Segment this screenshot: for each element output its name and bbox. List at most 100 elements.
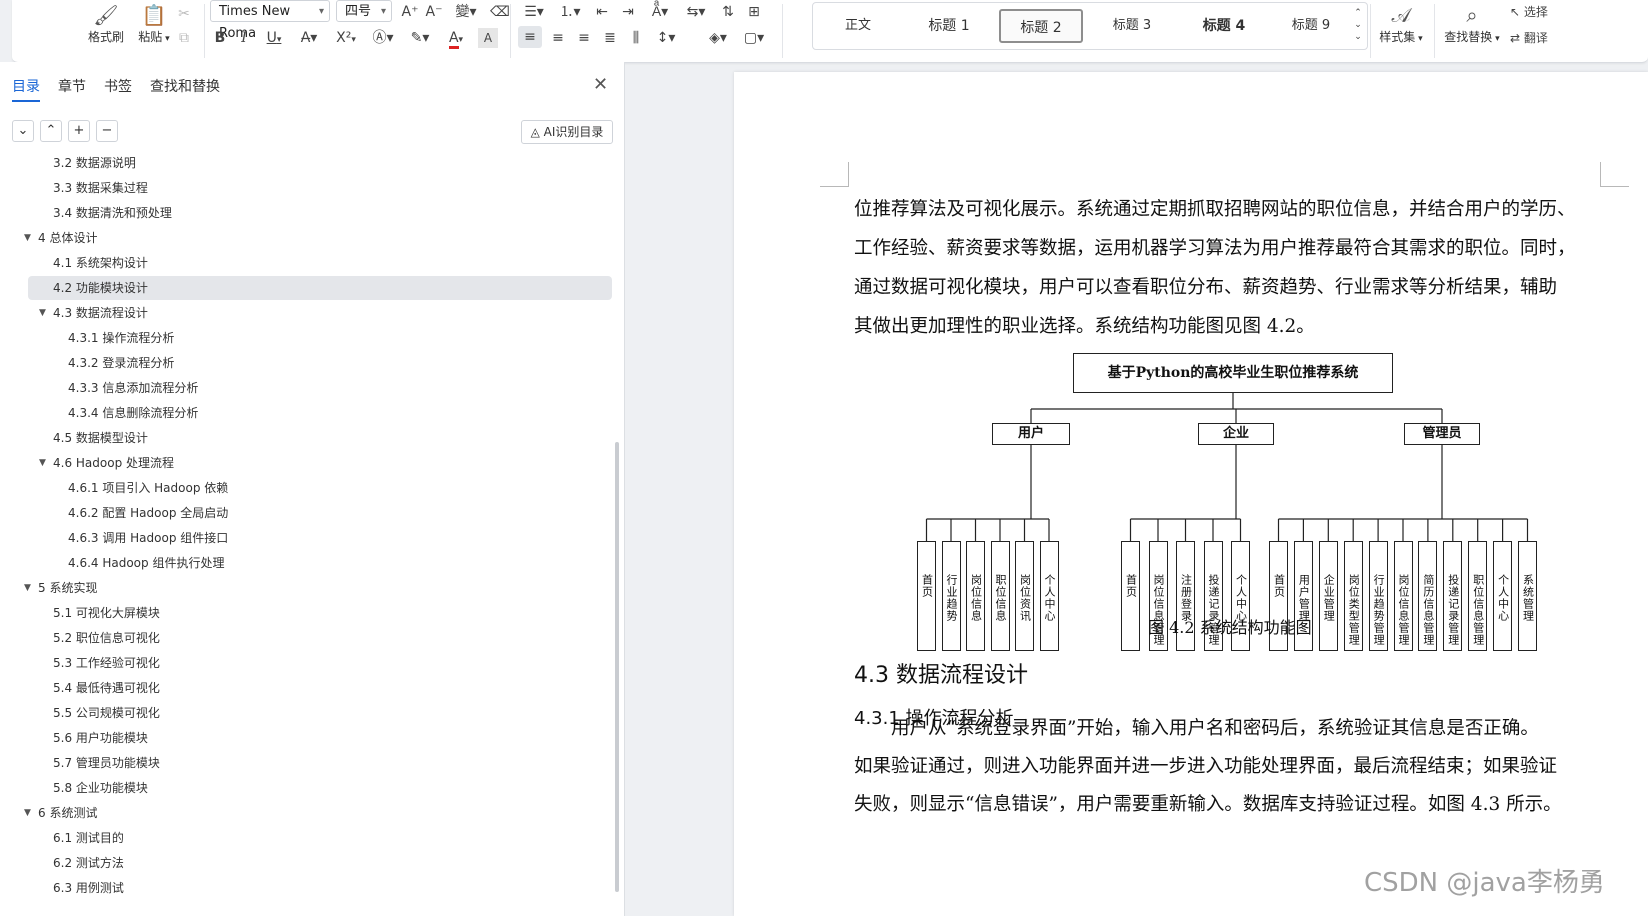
sort-icon[interactable]: ⇅ xyxy=(716,0,740,24)
character-shading-icon[interactable]: A xyxy=(478,28,498,48)
shading-icon[interactable]: ◈▾ xyxy=(702,26,734,50)
toc-item[interactable]: ▼ 4 总体设计 xyxy=(24,226,97,250)
align-left-icon[interactable]: ≡ xyxy=(518,26,542,48)
toc-item-label: 3.2 数据源说明 xyxy=(53,156,136,170)
italic-button[interactable]: I xyxy=(234,26,254,50)
format-painter-button[interactable]: 🖌 格式刷 xyxy=(84,2,128,45)
phonetic-guide-icon[interactable]: 變▾ xyxy=(448,0,484,24)
toc-item[interactable]: 5.6 用户功能模块 xyxy=(53,726,148,750)
bold-button[interactable]: B xyxy=(210,26,230,50)
bullet-list-icon[interactable]: ☰▾ xyxy=(518,0,550,24)
text-direction-icon[interactable]: Aͣ▾ xyxy=(644,0,676,24)
toc-item[interactable]: 4.3.3 信息添加流程分析 xyxy=(68,376,198,400)
toc-item[interactable]: ▼ 5 系统实现 xyxy=(24,576,98,600)
style-heading-3[interactable]: 标题 3 xyxy=(1089,9,1175,43)
toc-item[interactable]: 5.3 工作经验可视化 xyxy=(53,651,160,675)
line-spacing-icon[interactable]: ↕▾ xyxy=(650,26,682,50)
border-icon[interactable]: ▢▾ xyxy=(738,26,770,50)
toc-item[interactable]: 6.3 用例测试 xyxy=(53,876,124,900)
toc-item[interactable]: 4.6.1 项目引入 Hadoop 依赖 xyxy=(68,476,228,500)
style-set-icon: 𝒜 xyxy=(1391,3,1411,27)
toc-item[interactable]: 4.3.1 操作流程分析 xyxy=(68,326,174,350)
chevron-down-icon[interactable]: ▼ xyxy=(24,801,31,825)
toc-item[interactable]: 3.3 数据采集过程 xyxy=(53,176,148,200)
toc-scrollbar[interactable] xyxy=(615,442,619,892)
font-color-button[interactable]: A▾ xyxy=(440,26,472,50)
tab-find-replace[interactable]: 查找和替换 xyxy=(150,76,220,96)
close-icon[interactable]: ✕ xyxy=(593,74,608,95)
cut-icon[interactable]: ✂ xyxy=(172,2,196,26)
ai-toc-button[interactable]: ◬ AI识别目录 xyxy=(521,120,613,144)
toc-item[interactable]: 5.8 企业功能模块 xyxy=(53,776,148,800)
select-button[interactable]: ↖ 选择 xyxy=(1510,0,1560,24)
text-effect-icon[interactable]: Ⓐ▾ xyxy=(368,26,398,50)
toc-item[interactable]: 6.2 测试方法 xyxy=(53,851,124,875)
cursor-icon: ↖ xyxy=(1510,5,1524,19)
underline-button[interactable]: U▾ xyxy=(260,26,288,50)
find-replace-button[interactable]: ⌕ 查找替换 ▾ xyxy=(1440,2,1504,45)
toc-item[interactable]: 4.3.2 登录流程分析 xyxy=(68,351,174,375)
toc-item[interactable]: 4.6.2 配置 Hadoop 全局启动 xyxy=(68,501,228,525)
toc-item[interactable]: ▼ 4.6 Hadoop 处理流程 xyxy=(39,451,174,475)
toc-item[interactable]: 5.5 公司规模可视化 xyxy=(53,701,160,725)
toc-item[interactable]: 4.6.4 Hadoop 组件执行处理 xyxy=(68,551,224,575)
expand-all-button[interactable]: ⌄ xyxy=(12,120,34,142)
numbered-list-icon[interactable]: ⒈▾ xyxy=(554,0,586,24)
gallery-scroll-icon[interactable]: ⌃ ⌄ ⌄ xyxy=(1351,7,1365,47)
toc-item[interactable]: 3.4 数据清洗和预处理 xyxy=(53,201,172,225)
shrink-font-icon[interactable]: A⁻ xyxy=(422,0,446,24)
divider xyxy=(510,4,511,58)
translate-button[interactable]: ⇄ 翻译 xyxy=(1510,26,1560,50)
remove-heading-button[interactable]: − xyxy=(96,120,118,142)
figure-group-company: 企业 xyxy=(1198,423,1274,445)
justify-icon[interactable]: ≣ xyxy=(598,26,622,50)
align-right-icon[interactable]: ≡ xyxy=(572,26,596,50)
chevron-down-icon[interactable]: ▼ xyxy=(39,451,46,475)
style-heading-2[interactable]: 标题 2 xyxy=(999,9,1083,43)
add-heading-button[interactable]: + xyxy=(68,120,90,142)
clear-format-icon[interactable]: ⌫ xyxy=(488,0,512,24)
chevron-down-icon[interactable]: ▼ xyxy=(24,226,31,250)
style-set-button[interactable]: 𝒜 样式集 ▾ xyxy=(1372,2,1430,45)
paste-button[interactable]: 📋 粘贴 ▾ xyxy=(132,2,176,45)
tab-bookmarks[interactable]: 书签 xyxy=(104,76,132,96)
align-center-icon[interactable]: ≡ xyxy=(546,26,570,50)
collapse-all-button[interactable]: ⌃ xyxy=(40,120,62,142)
style-heading-1[interactable]: 标题 1 xyxy=(905,9,993,43)
figure-leaf-label: 首页 xyxy=(1272,574,1286,598)
toc-item[interactable]: 4.1 系统架构设计 xyxy=(53,251,148,275)
toc-item[interactable]: 5.7 管理员功能模块 xyxy=(53,751,160,775)
style-heading-9[interactable]: 标题 9 xyxy=(1271,9,1351,43)
toc-item[interactable]: 3.2 数据源说明 xyxy=(53,151,136,175)
copy-icon[interactable]: ⧉ xyxy=(172,26,196,50)
increase-indent-icon[interactable]: ⇥ xyxy=(616,0,640,24)
tab-chapters[interactable]: 章节 xyxy=(58,76,86,96)
font-size-select[interactable]: 四号 ▾ xyxy=(336,0,392,22)
line-break-icon[interactable]: ⇆▾ xyxy=(680,0,712,24)
chevron-down-icon[interactable]: ▼ xyxy=(24,576,31,600)
toc-item[interactable]: 4.2 功能模块设计 xyxy=(53,276,148,300)
tab-toc[interactable]: 目录 xyxy=(12,76,40,102)
toc-item[interactable]: ▼ 4.3 数据流程设计 xyxy=(39,301,148,325)
style-heading-4[interactable]: 标题 4 xyxy=(1181,9,1267,43)
toc-item[interactable]: 5.4 最低待遇可视化 xyxy=(53,676,160,700)
distribute-icon[interactable]: ⫼ xyxy=(624,26,648,50)
toc-item[interactable]: 5.1 可视化大屏模块 xyxy=(53,601,160,625)
show-marks-icon[interactable]: ⊞ xyxy=(742,0,766,24)
toc-item[interactable]: 5.2 职位信息可视化 xyxy=(53,626,160,650)
highlight-icon[interactable]: ✎▾ xyxy=(404,26,436,50)
style-normal[interactable]: 正文 xyxy=(817,9,899,43)
toc-item[interactable]: 4.3.4 信息删除流程分析 xyxy=(68,401,198,425)
toc-item[interactable]: 4.5 数据模型设计 xyxy=(53,426,148,450)
strikethrough-icon[interactable]: A̶▾ xyxy=(294,26,324,50)
chevron-down-icon[interactable]: ▼ xyxy=(39,301,46,325)
toc-item-label: 5 系统实现 xyxy=(38,581,98,595)
decrease-indent-icon[interactable]: ⇤ xyxy=(590,0,614,24)
grow-font-icon[interactable]: A⁺ xyxy=(398,0,422,24)
font-family-select[interactable]: Times New Roma ▾ xyxy=(210,0,330,41)
toc-item[interactable]: ▼ 6 系统测试 xyxy=(24,801,97,825)
superscript-button[interactable]: X²▾ xyxy=(330,26,362,50)
document-page[interactable]: 位推荐算法及可视化展示。系统通过定期抓取招聘网站的职位信息，并结合用户的学历、 … xyxy=(734,72,1648,916)
toc-item[interactable]: 4.6.3 调用 Hadoop 组件接口 xyxy=(68,526,228,550)
toc-item[interactable]: 6.1 测试目的 xyxy=(53,826,124,850)
